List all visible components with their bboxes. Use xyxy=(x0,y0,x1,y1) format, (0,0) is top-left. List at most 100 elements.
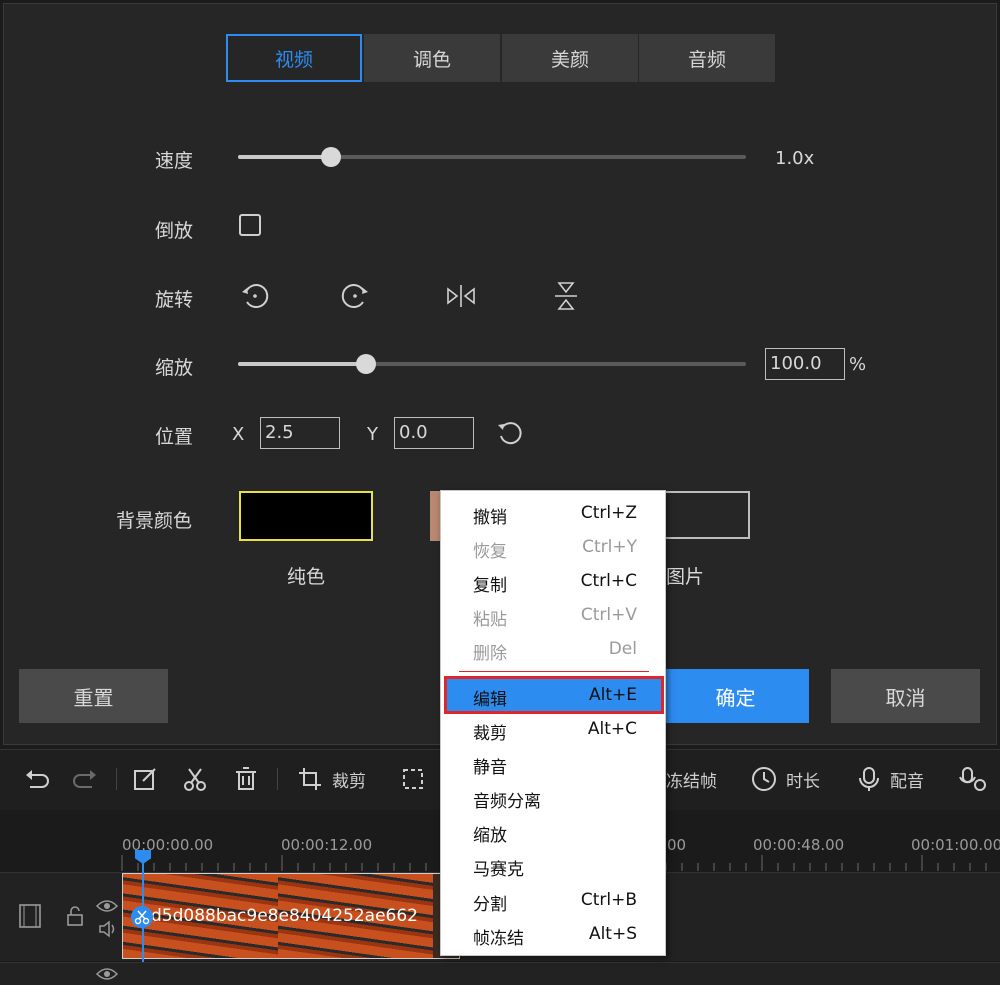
voice-change-icon[interactable] xyxy=(958,765,992,793)
menu-item-shortcut: Ctrl+B xyxy=(580,890,637,910)
menu-item-delete[interactable]: 删除 Del xyxy=(447,633,661,665)
menu-item-edit[interactable]: 编辑 Alt+E xyxy=(444,676,664,714)
position-x-input[interactable]: 2.5 xyxy=(260,417,340,449)
zoom-unit: % xyxy=(849,354,867,375)
menu-item-label: 帧冻结 xyxy=(473,929,524,949)
clock-icon[interactable] xyxy=(750,765,778,793)
reverse-checkbox[interactable] xyxy=(239,214,261,236)
zoom-slider[interactable] xyxy=(238,362,746,366)
menu-item-label: 分割 xyxy=(473,895,507,915)
tab-beauty[interactable]: 美颜 xyxy=(502,34,638,82)
speed-slider-fill xyxy=(238,155,331,159)
menu-item-shortcut: Alt+C xyxy=(587,719,637,739)
rotate-label: 旋转 xyxy=(155,289,194,311)
menu-item-paste[interactable]: 粘贴 Ctrl+V xyxy=(447,599,661,631)
menu-item-zoom[interactable]: 缩放 xyxy=(447,815,661,847)
menu-item-label: 马赛克 xyxy=(473,860,524,880)
tab-audio[interactable]: 音频 xyxy=(639,34,775,82)
menu-item-crop[interactable]: 裁剪 Alt+C xyxy=(447,713,661,745)
context-menu: 撤销 Ctrl+Z 恢复 Ctrl+Y 复制 Ctrl+C 粘贴 Ctrl+V 删除 De… xyxy=(440,490,666,956)
menu-item-label: 恢复 xyxy=(473,542,507,562)
flip-vertical-icon[interactable] xyxy=(550,280,582,312)
speed-value: 1.0x xyxy=(775,148,815,169)
reset-position-icon[interactable] xyxy=(495,418,525,448)
ruler-tick-label: 00 xyxy=(667,836,687,854)
menu-item-freeze-frame[interactable]: 帧冻结 Alt+S xyxy=(447,918,661,950)
confirm-button[interactable]: 确定 xyxy=(662,669,809,723)
menu-separator xyxy=(459,671,649,672)
cancel-button[interactable]: 取消 xyxy=(831,669,980,723)
edit-icon[interactable] xyxy=(131,765,159,793)
speed-label: 速度 xyxy=(155,150,194,172)
lock-icon[interactable] xyxy=(66,906,84,926)
position-y-input[interactable]: 0.0 xyxy=(394,417,474,449)
menu-item-shortcut: Ctrl+V xyxy=(580,605,637,625)
freeze-frame-label[interactable]: 冻结帧 xyxy=(666,767,717,792)
video-clip[interactable]: d5d088bac9e8e8404252ae662 xyxy=(122,873,460,959)
split-scissors-icon[interactable] xyxy=(131,906,153,928)
menu-item-shortcut: Ctrl+C xyxy=(580,571,637,591)
film-strip-icon xyxy=(18,903,42,929)
menu-item-label: 粘贴 xyxy=(473,610,507,630)
menu-item-shortcut: Del xyxy=(608,639,637,659)
solid-color-swatch[interactable] xyxy=(239,491,373,541)
menu-item-mute[interactable]: 静音 xyxy=(447,747,661,779)
duration-label[interactable]: 时长 xyxy=(786,767,820,792)
toolbar-divider xyxy=(116,768,117,790)
dub-label[interactable]: 配音 xyxy=(890,767,924,792)
menu-item-label: 裁剪 xyxy=(473,724,507,744)
reverse-label: 倒放 xyxy=(155,220,194,242)
tab-video[interactable]: 视频 xyxy=(226,34,362,82)
position-x-label: X xyxy=(232,424,245,445)
speed-slider[interactable] xyxy=(238,155,746,159)
tab-color[interactable]: 调色 xyxy=(364,34,500,82)
microphone-icon[interactable] xyxy=(855,765,883,793)
delete-icon[interactable] xyxy=(232,765,260,793)
crop-label[interactable]: 裁剪 xyxy=(332,767,366,792)
rotate-right-icon[interactable] xyxy=(340,280,372,312)
solid-color-label: 纯色 xyxy=(287,566,326,588)
clip-name: d5d088bac9e8e8404252ae662 xyxy=(151,906,418,926)
toolbar-divider xyxy=(277,768,278,790)
menu-item-copy[interactable]: 复制 Ctrl+C xyxy=(447,565,661,597)
position-label: 位置 xyxy=(155,426,194,448)
eye-icon[interactable] xyxy=(96,898,118,914)
menu-item-label: 缩放 xyxy=(473,826,507,846)
menu-item-label: 静音 xyxy=(473,758,507,778)
rotate-left-icon[interactable] xyxy=(238,280,270,312)
undo-icon[interactable] xyxy=(22,765,50,793)
menu-item-label: 撤销 xyxy=(473,508,507,528)
ruler-tick-label: 00:00:12.00 xyxy=(281,836,373,854)
menu-item-label: 复制 xyxy=(473,576,507,596)
background-color-label: 背景颜色 xyxy=(116,510,193,532)
reset-button[interactable]: 重置 xyxy=(19,669,168,723)
menu-item-audio-separate[interactable]: 音频分离 xyxy=(447,781,661,813)
menu-item-shortcut: Alt+E xyxy=(588,685,637,705)
position-y-label: Y xyxy=(367,424,378,445)
menu-item-label: 编辑 xyxy=(473,690,507,710)
scissors-icon[interactable] xyxy=(181,765,209,793)
menu-item-mosaic[interactable]: 马赛克 xyxy=(447,849,661,881)
ruler-tick-label: 00:01:00.00 xyxy=(911,836,1000,854)
second-track[interactable] xyxy=(0,962,1000,985)
menu-item-undo[interactable]: 撤销 Ctrl+Z xyxy=(447,497,661,529)
menu-item-label: 删除 xyxy=(473,644,507,664)
menu-item-shortcut: Ctrl+Y xyxy=(582,537,637,557)
menu-item-redo[interactable]: 恢复 Ctrl+Y xyxy=(447,531,661,563)
crop-icon[interactable] xyxy=(296,765,324,793)
flip-horizontal-icon[interactable] xyxy=(445,280,477,312)
ruler-tick-label: 00:00:48.00 xyxy=(753,836,845,854)
menu-item-split[interactable]: 分割 Ctrl+B xyxy=(447,884,661,916)
image-option-swatch[interactable] xyxy=(662,491,750,539)
menu-item-label: 音频分离 xyxy=(473,792,541,812)
image-option-label: 图片 xyxy=(666,566,705,588)
redo-icon[interactable] xyxy=(72,765,100,793)
speed-slider-thumb[interactable] xyxy=(321,147,341,167)
speaker-icon[interactable] xyxy=(98,920,118,938)
zoom-slider-fill xyxy=(238,362,366,366)
mosaic-icon[interactable] xyxy=(400,765,428,793)
eye-icon[interactable] xyxy=(96,966,118,982)
zoom-input[interactable]: 100.0 xyxy=(765,348,845,380)
zoom-slider-thumb[interactable] xyxy=(356,354,376,374)
zoom-label: 缩放 xyxy=(155,357,194,379)
